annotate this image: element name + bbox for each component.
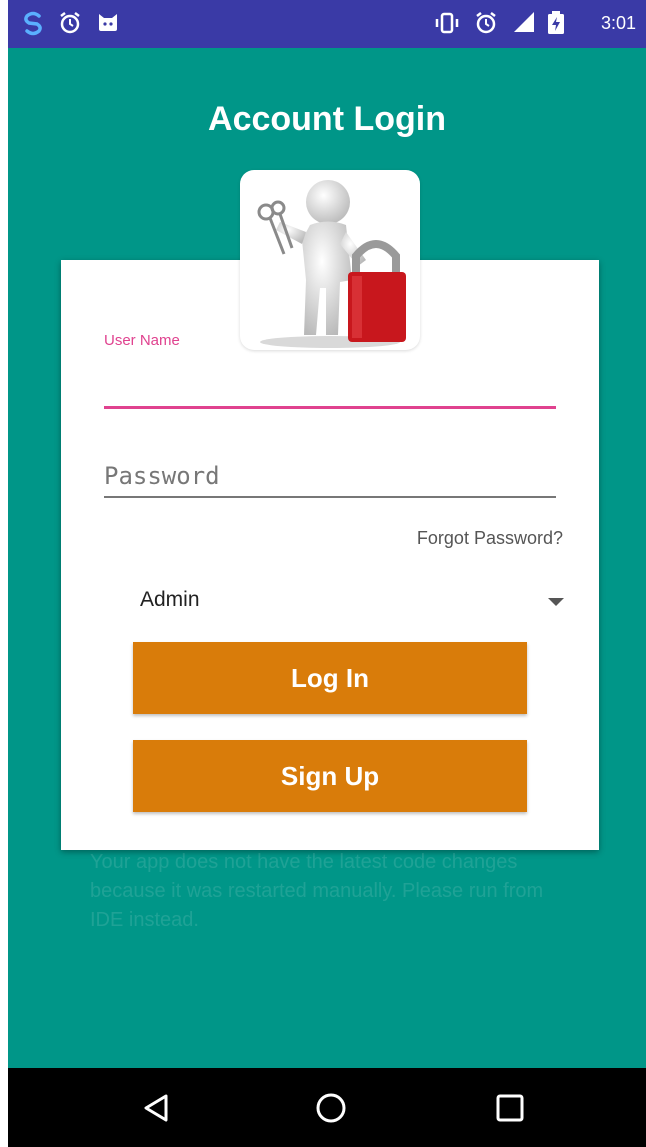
status-time: 3:01 <box>600 13 636 33</box>
battery-icon <box>546 10 566 42</box>
role-selected-value: Admin <box>140 588 200 611</box>
cat-app-icon <box>96 10 120 40</box>
password-field[interactable] <box>104 456 556 496</box>
signal-icon <box>512 10 536 40</box>
status-bar: 3:01 <box>8 0 646 48</box>
recents-icon[interactable] <box>492 1090 528 1126</box>
signup-button[interactable]: Sign Up <box>133 740 527 812</box>
login-screen: Account Login Your app does not have the… <box>8 48 646 1068</box>
username-field[interactable] <box>104 406 556 409</box>
home-icon[interactable] <box>313 1090 349 1126</box>
username-label: User Name <box>104 332 180 349</box>
role-dropdown[interactable]: Admin <box>134 578 564 622</box>
login-illustration <box>240 170 420 350</box>
background-hint-text: Your app does not have the latest code c… <box>90 851 544 931</box>
alarm-icon <box>474 10 498 42</box>
phone-screen: 3:01 Account Login Your app does not hav… <box>8 0 646 1147</box>
forgot-password-link[interactable]: Forgot Password? <box>417 528 563 549</box>
dropdown-arrow-icon <box>548 598 564 606</box>
back-icon[interactable] <box>138 1090 174 1126</box>
password-underline <box>104 496 556 498</box>
s-app-icon <box>20 10 46 42</box>
login-button[interactable]: Log In <box>133 642 527 714</box>
navigation-bar <box>8 1068 646 1147</box>
alarm-icon <box>58 10 82 42</box>
page-title: Account Login <box>208 100 446 138</box>
vibrate-icon <box>434 10 460 42</box>
